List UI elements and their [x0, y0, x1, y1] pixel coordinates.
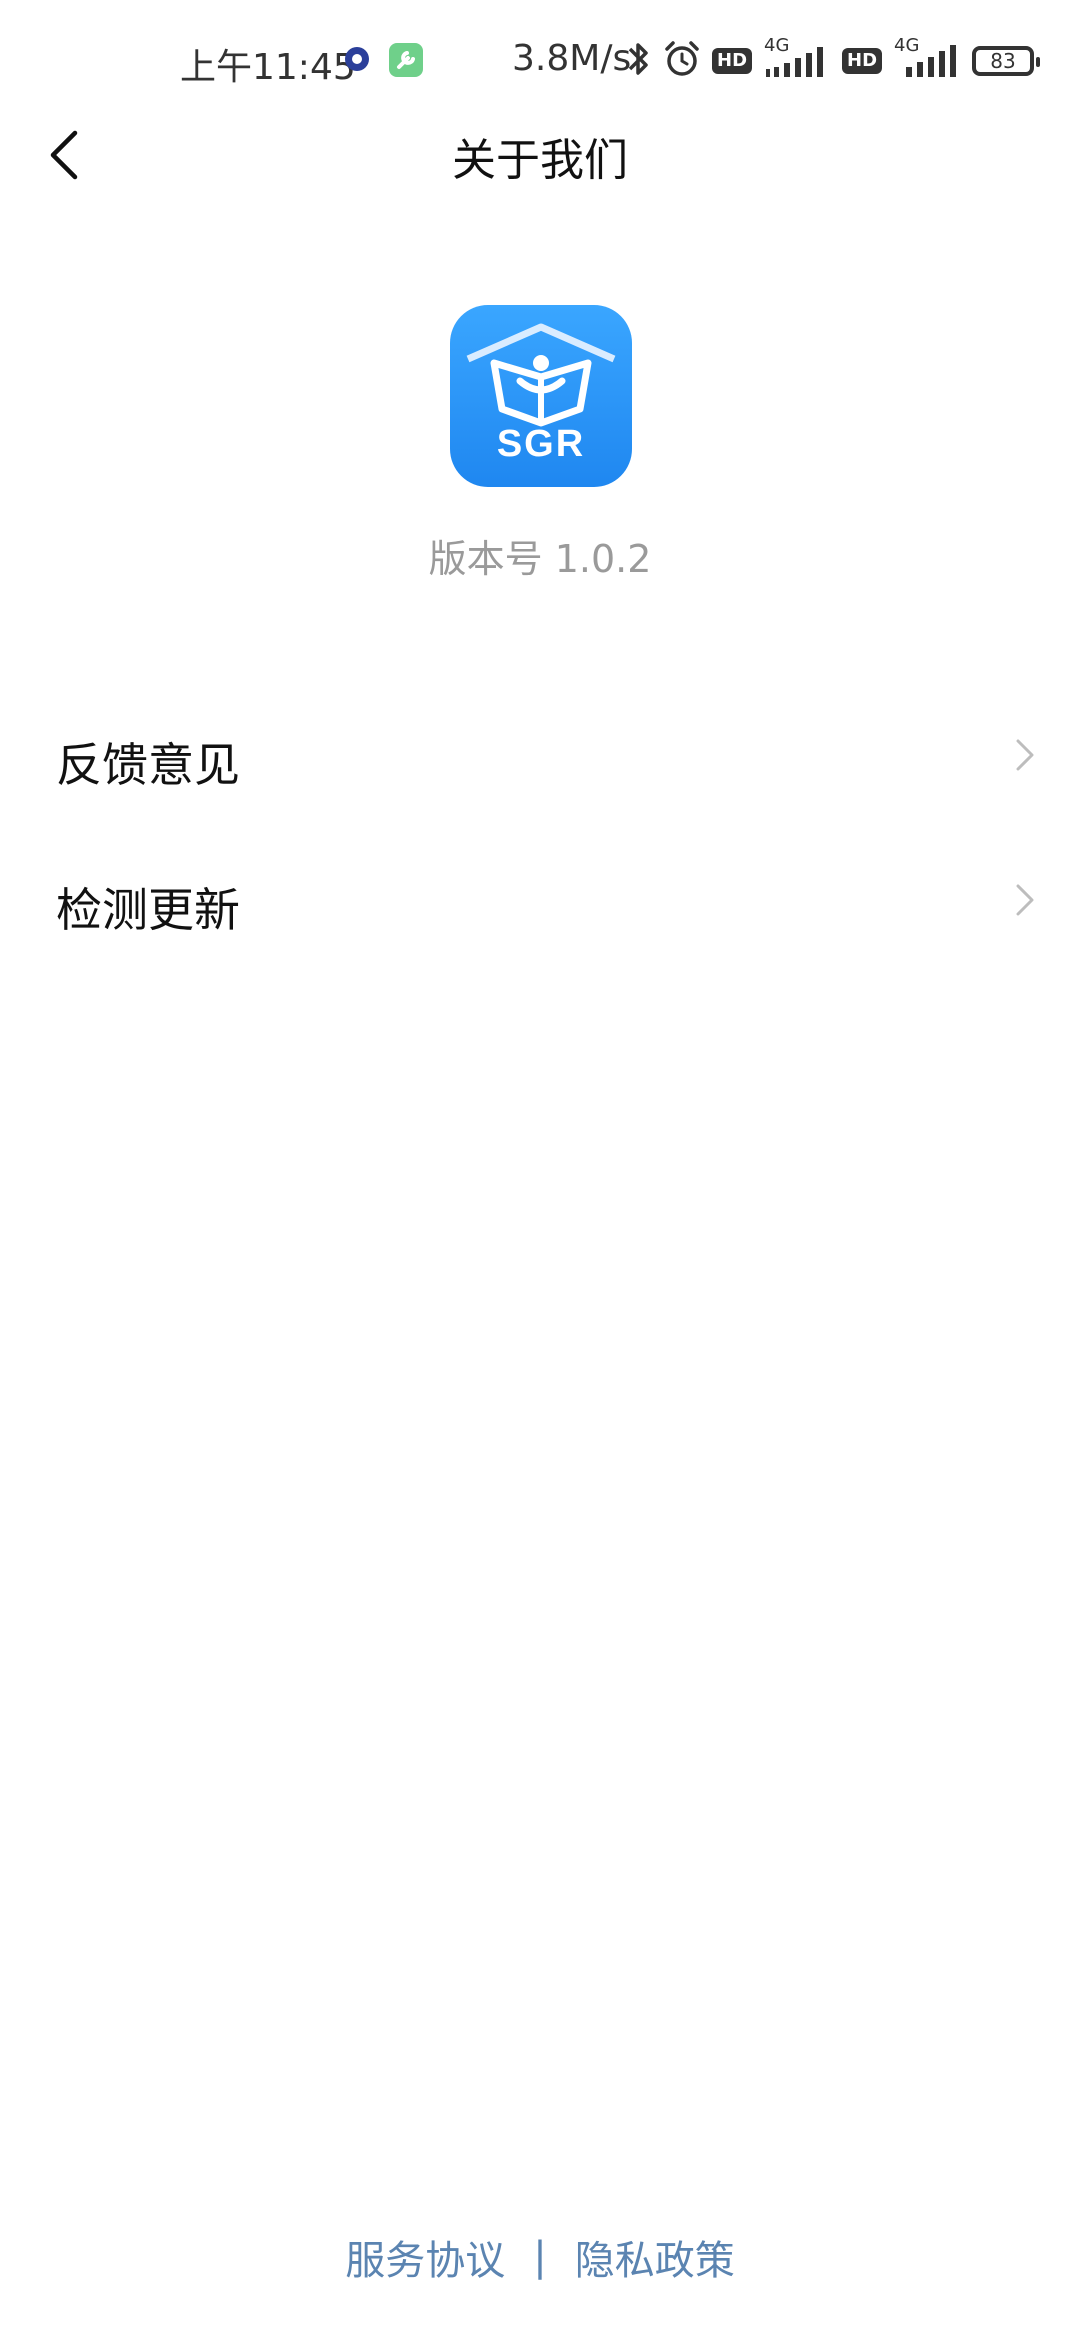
page-title: 关于我们: [452, 135, 628, 186]
status-right-icons: HD 4G HD 4G 83: [624, 35, 1041, 84]
notification-dot-icon: [342, 44, 372, 74]
settings-menu: 反馈意见 检测更新: [0, 685, 1080, 975]
chevron-right-icon: [1016, 739, 1034, 771]
battery-icon: 83: [972, 46, 1041, 76]
privacy-policy-link[interactable]: 隐私政策: [575, 2228, 735, 2286]
bluetooth-icon: [624, 39, 652, 83]
battery-level: 83: [990, 49, 1016, 73]
menu-item-feedback[interactable]: 反馈意见: [0, 685, 1080, 830]
version-text: 版本号 1.0.2: [428, 537, 652, 581]
service-agreement-link[interactable]: 服务协议: [345, 2228, 505, 2286]
hd-badge-2: HD: [842, 48, 883, 74]
menu-item-label: 反馈意见: [56, 738, 240, 792]
tool-app-icon: [388, 42, 424, 78]
status-time: 上午11:45: [180, 47, 356, 88]
status-bar: 上午11:45 3.8M/s HD 4G HD 4G 83: [0, 0, 1080, 120]
network-speed: 3.8M/s: [512, 38, 632, 79]
menu-item-check-update[interactable]: 检测更新: [0, 830, 1080, 975]
alarm-icon: [662, 39, 702, 83]
signal-strength-icon-2: 4G: [892, 35, 962, 81]
menu-item-label: 检测更新: [56, 883, 240, 937]
logo-text: SGR: [496, 423, 586, 465]
signal-strength-icon: 4G: [762, 35, 832, 81]
footer-links: 服务协议 | 隐私政策: [0, 2228, 1080, 2286]
footer-divider: |: [533, 2234, 547, 2280]
chevron-right-icon: [1016, 884, 1034, 916]
app-logo: SGR: [450, 305, 632, 487]
app-bar: 关于我们: [0, 110, 1080, 200]
hd-badge: HD: [712, 48, 753, 74]
